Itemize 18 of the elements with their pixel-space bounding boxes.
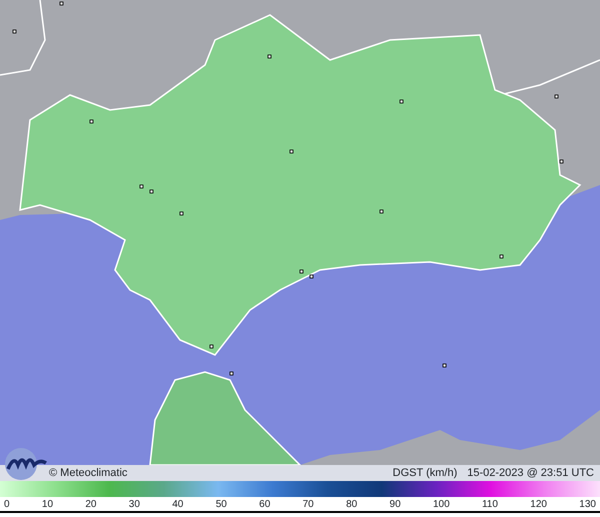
timestamp: 15-02-2023 @ 23:51 UTC	[467, 466, 594, 481]
scale-tick-label: 80	[346, 498, 358, 511]
scale-tick-label: 60	[259, 498, 270, 511]
credit-text: © Meteoclimatic	[49, 466, 128, 481]
logo-icon	[4, 447, 48, 481]
scale-tick-label: 130	[579, 498, 596, 511]
scale-tick-label: 30	[128, 498, 140, 511]
scale-tick-label: 10	[42, 498, 54, 511]
scale-tick-label: 40	[172, 498, 184, 511]
scale-tick-label: 50	[216, 498, 227, 511]
scale-tick-label: 120	[530, 498, 547, 511]
scale-tick-label: 0	[4, 498, 10, 511]
scale-tick-label: 70	[302, 498, 314, 511]
scale-tick-label: 100	[432, 498, 450, 511]
variable-label: DGST (km/h)	[392, 466, 458, 481]
scale-tick-label: 20	[85, 498, 96, 511]
scale-tick-label: 110	[482, 498, 498, 511]
scale-tick-label: 90	[390, 498, 401, 511]
